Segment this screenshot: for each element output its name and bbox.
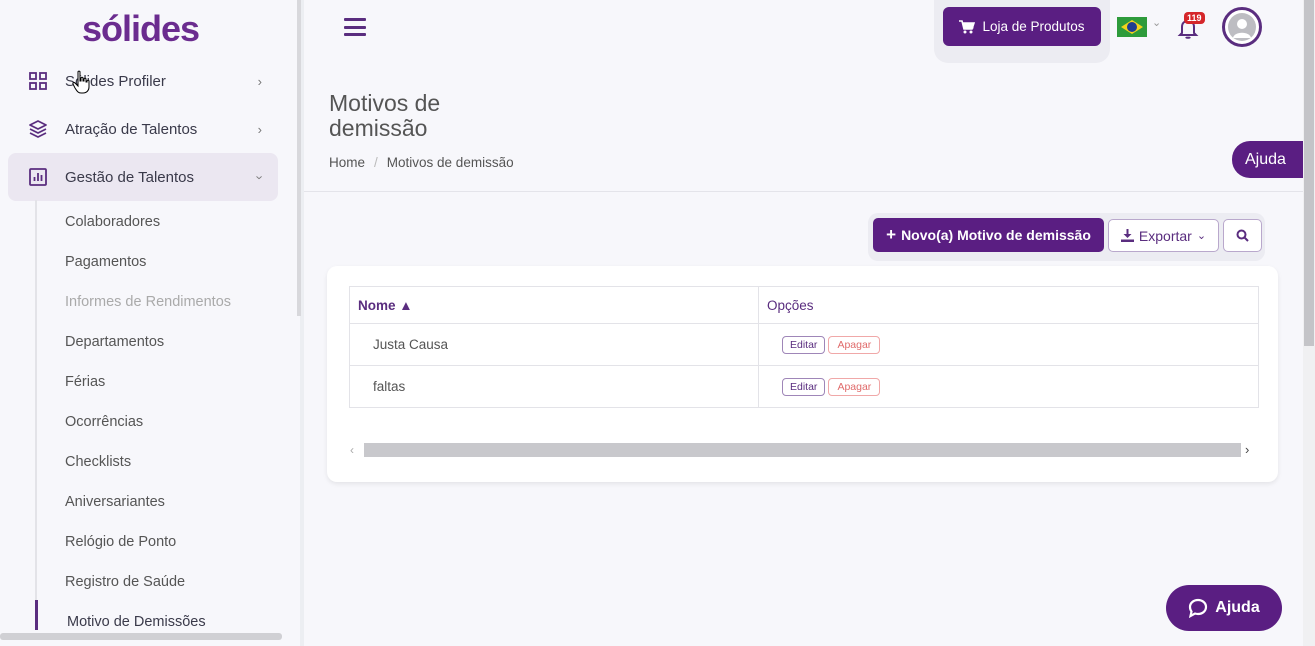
submenu-line [35, 200, 37, 630]
table-row: faltas Editar Apagar [349, 365, 1259, 408]
edit-button[interactable]: Editar [782, 335, 826, 354]
user-icon [1228, 13, 1256, 41]
help-chat-button[interactable]: Ajuda [1166, 585, 1282, 631]
column-header-name[interactable]: Nome ▲ [349, 286, 759, 324]
sidebar-horizontal-scrollbar[interactable] [0, 633, 282, 640]
sidebar-subitem-colaboradores[interactable]: Colaboradores [65, 214, 160, 230]
notification-badge: 119 [1184, 12, 1205, 24]
chevron-down-icon: › [252, 174, 268, 180]
hand-cursor-icon [72, 70, 90, 94]
page-vertical-scrollbar-thumb[interactable] [1304, 0, 1314, 346]
scroll-right-arrow-icon[interactable]: › [1245, 442, 1249, 457]
sidebar-item-gestao-de-talentos[interactable]: Gestão de Talentos › [8, 153, 278, 201]
search-button[interactable] [1223, 219, 1262, 252]
sidebar-subitem-departamentos[interactable]: Departamentos [65, 334, 164, 350]
chevron-right-icon: › [257, 73, 262, 89]
sidebar-subitem-ocorrencias[interactable]: Ocorrências [65, 414, 143, 430]
delete-button[interactable]: Apagar [828, 335, 881, 354]
edit-button[interactable]: Editar [782, 377, 826, 396]
plus-icon: + [886, 225, 897, 244]
sidebar-vertical-scrollbar[interactable] [297, 0, 301, 316]
sidebar-subitem-relogio-de-ponto[interactable]: Relógio de Ponto [65, 534, 176, 550]
title-divider [304, 191, 1304, 192]
sidebar-subitem-checklists[interactable]: Checklists [65, 454, 131, 470]
sidebar-subitem-registro-de-saude[interactable]: Registro de Saúde [65, 574, 185, 590]
sidebar-item-label: Atração de Talentos [65, 120, 198, 138]
bar-chart-icon [29, 168, 47, 186]
brazil-flag-icon[interactable] [1117, 17, 1147, 37]
shop-button[interactable]: Loja de Produtos [943, 7, 1101, 46]
user-avatar[interactable] [1222, 7, 1262, 47]
sidebar-subitem-pagamentos[interactable]: Pagamentos [65, 254, 146, 270]
shop-button-label: Loja de Produtos [982, 19, 1085, 34]
chevron-right-icon: › [257, 121, 262, 137]
row-options-cell: Editar Apagar [758, 323, 1259, 366]
chevron-down-icon[interactable]: ⌄ [1152, 16, 1161, 29]
dismissal-reasons-table: Nome ▲ Opções Justa Causa Editar Apagar f… [349, 286, 1259, 408]
delete-button[interactable]: Apagar [828, 377, 881, 396]
new-button-label: Novo(a) Motivo de demissão [901, 227, 1091, 243]
sidebar-subitem-informes-de-rendimentos[interactable]: Informes de Rendimentos [65, 294, 231, 310]
sidebar: sólides Sólides Profiler › Atração de Ta… [0, 0, 297, 646]
sidebar-item-solides-profiler[interactable]: Sólides Profiler › [8, 57, 278, 105]
sidebar-item-atracao-de-talentos[interactable]: Atração de Talentos › [8, 105, 278, 153]
layers-icon [29, 120, 47, 138]
column-header-options: Opções [758, 286, 1259, 324]
app-root: sólides Sólides Profiler › Atração de Ta… [0, 0, 1315, 646]
solides-logo[interactable]: sólides [82, 8, 200, 50]
sidebar-subitem-ferias[interactable]: Férias [65, 374, 105, 390]
breadcrumb-home[interactable]: Home [329, 155, 365, 170]
scroll-left-arrow-icon[interactable]: ‹ [350, 443, 354, 457]
export-button[interactable]: Exportar ⌄ [1108, 219, 1219, 252]
menu-toggle-icon[interactable] [344, 18, 366, 36]
export-button-label: Exportar [1138, 227, 1192, 244]
breadcrumb-current: Motivos de demissão [386, 155, 514, 170]
table-horizontal-scrollbar[interactable] [364, 443, 1241, 457]
cart-icon [959, 19, 976, 33]
row-name-cell: Justa Causa [349, 323, 759, 366]
chevron-down-icon: ⌄ [1196, 230, 1207, 242]
sidebar-subitem-motivo-de-demissoes[interactable]: Motivo de Demissões [67, 614, 206, 630]
row-name-cell: faltas [349, 365, 759, 408]
breadcrumb: Home / Motivos de demissão [329, 155, 514, 170]
row-options-cell: Editar Apagar [758, 365, 1259, 408]
sidebar-subitem-aniversariantes[interactable]: Aniversariantes [65, 494, 165, 510]
grid-icon [29, 72, 47, 90]
download-icon [1120, 229, 1134, 242]
sidebar-item-label: Gestão de Talentos [65, 168, 194, 186]
table-row: Justa Causa Editar Apagar [349, 323, 1259, 366]
new-dismissal-reason-button[interactable]: + Novo(a) Motivo de demissão [873, 218, 1104, 252]
chat-bubble-icon [1189, 598, 1208, 618]
search-icon [1236, 229, 1249, 242]
page-title: Motivos de demissão [329, 90, 441, 141]
help-chat-label: Ajuda [1215, 599, 1260, 616]
submenu-active-indicator [35, 600, 38, 630]
